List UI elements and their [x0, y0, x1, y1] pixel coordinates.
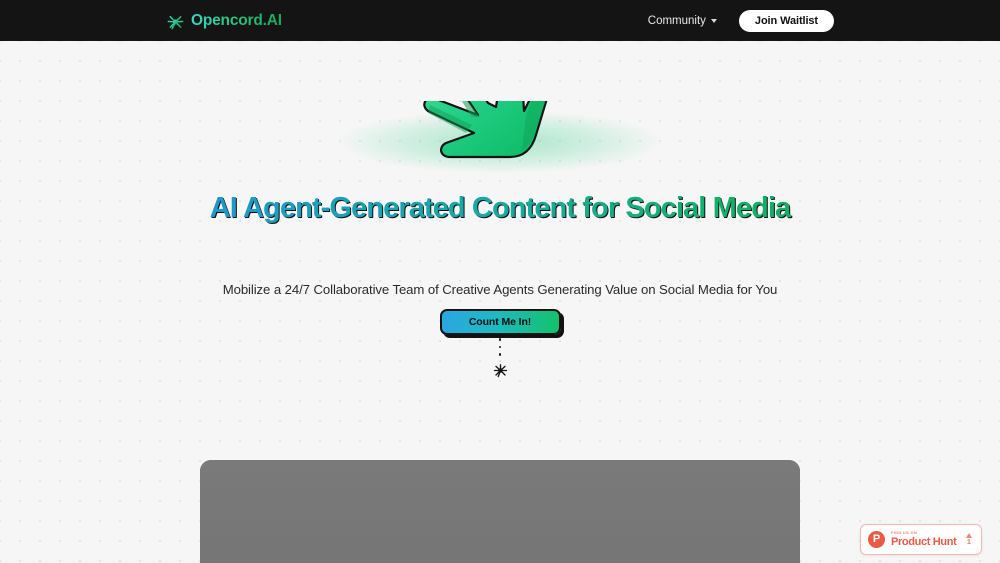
demo-video-card[interactable]: Opencord.AI	[200, 460, 800, 563]
scroll-dot	[498, 345, 502, 349]
count-me-in-button[interactable]: Count Me In!	[439, 309, 561, 335]
hero-glow	[290, 97, 710, 172]
hero-subtitle: Mobilize a 24/7 Collaborative Team of Cr…	[222, 282, 778, 297]
chevron-down-icon	[710, 19, 717, 23]
page-title: AI Agent-Generated Content for Social Me…	[0, 191, 1000, 225]
product-hunt-upvote-count: 1	[967, 538, 971, 546]
product-hunt-upvote[interactable]: 1	[962, 532, 975, 547]
page-root: Opencord.AI Community Join Waitlist AI A…	[0, 0, 1000, 563]
scroll-indicator	[489, 338, 511, 384]
hero-section: AI Agent-Generated Content for Social Me…	[0, 41, 1000, 563]
brand-name: Opencord.AI	[191, 9, 282, 33]
nav-item-community-label: Community	[647, 14, 706, 27]
scroll-dot	[498, 338, 502, 341]
product-hunt-name: Product Hunt	[891, 536, 957, 548]
green-waving-hand-icon	[410, 101, 590, 163]
spider-scroll-indicator-icon	[493, 363, 508, 378]
site-header: Opencord.AI Community Join Waitlist	[0, 0, 1000, 41]
product-hunt-badge[interactable]: P FIND US ON Product Hunt 1	[860, 524, 982, 555]
nav-item-community[interactable]: Community	[648, 15, 717, 27]
scroll-dot	[498, 353, 502, 356]
product-hunt-icon: P	[868, 531, 885, 548]
join-waitlist-button[interactable]: Join Waitlist	[738, 9, 834, 32]
demo-video-placeholder: Opencord.AI	[200, 460, 800, 563]
product-hunt-text: FIND US ON Product Hunt	[891, 530, 957, 549]
header-nav: Community Join Waitlist	[648, 0, 834, 41]
hero-cta-container: Count Me In!	[0, 309, 1000, 335]
spider-logo-icon	[166, 12, 185, 31]
brand-logo-link[interactable]: Opencord.AI	[166, 9, 282, 33]
